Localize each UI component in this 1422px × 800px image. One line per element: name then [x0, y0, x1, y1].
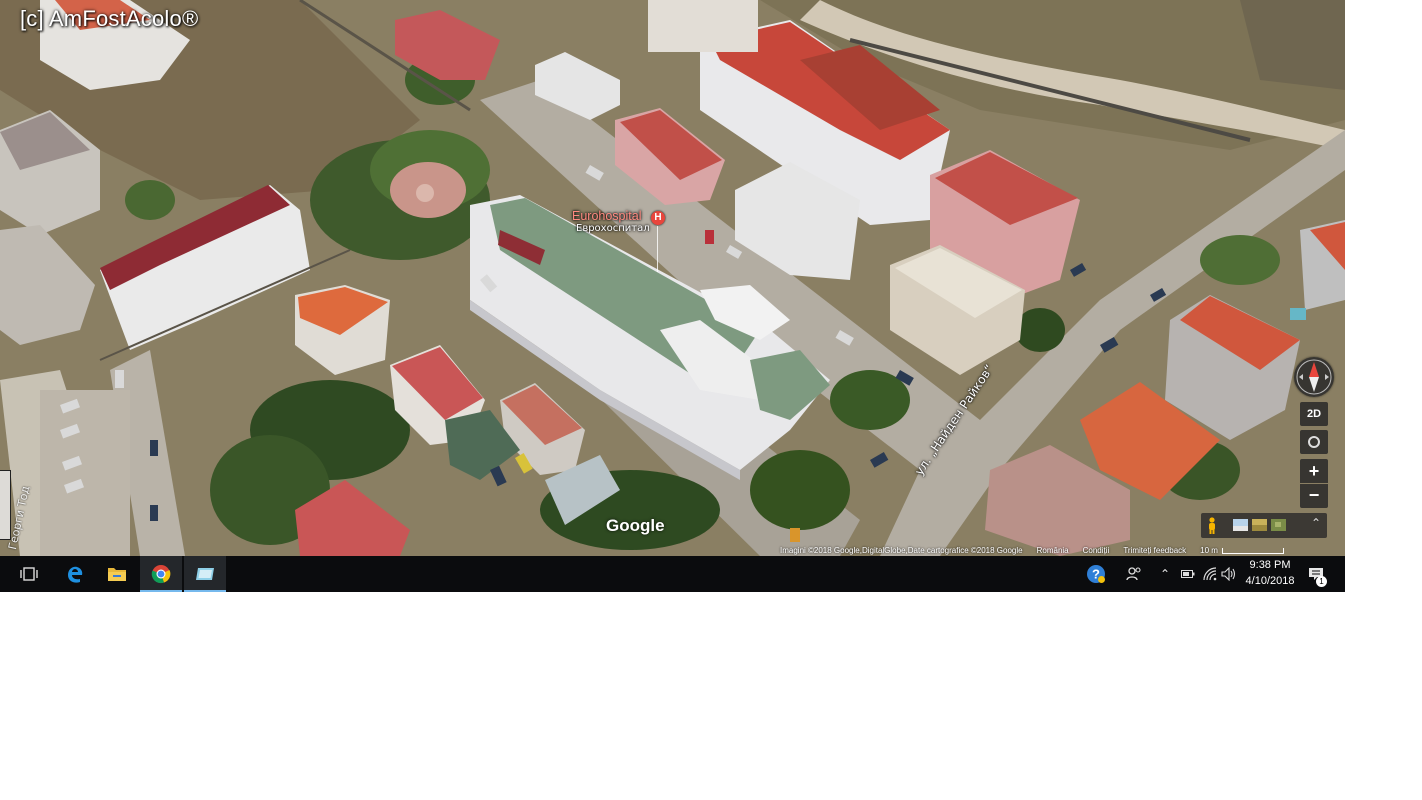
folder-icon — [108, 568, 126, 581]
battery-icon — [1181, 570, 1195, 578]
satellite-layer-thumbnail-icon[interactable] — [1271, 519, 1286, 531]
people-tray-button[interactable] — [1124, 556, 1144, 592]
poi-pin-line — [657, 226, 658, 272]
terms-link[interactable]: Condiții — [1083, 546, 1110, 555]
my-location-button[interactable] — [1300, 430, 1328, 454]
help-tray-button[interactable]: ? — [1084, 556, 1108, 592]
country-link[interactable]: România — [1037, 546, 1069, 555]
map-layer-thumbnail-icon[interactable] — [1233, 519, 1248, 531]
location-icon — [1308, 436, 1320, 448]
view-2d-toggle[interactable]: 2D — [1300, 402, 1328, 426]
poi-name[interactable]: Eurohospital — [572, 209, 650, 223]
file-explorer-button[interactable] — [96, 556, 138, 592]
zoom-out-button[interactable]: − — [1300, 484, 1328, 508]
clock-time: 9:38 PM — [1249, 559, 1291, 571]
speaker-icon — [1221, 567, 1236, 581]
wifi-tray-button[interactable] — [1201, 556, 1219, 592]
google-logo: Google — [606, 516, 665, 535]
wifi-icon — [1203, 567, 1217, 581]
notification-count-badge: 1 — [1316, 576, 1327, 587]
compass-icon — [1296, 359, 1332, 395]
terrain-layer-thumbnail-icon[interactable] — [1252, 519, 1267, 531]
satellite-map[interactable]: [c] AmFostAcolo® Eurohospital Еврохоспит… — [0, 0, 1345, 556]
battery-tray-button[interactable] — [1180, 556, 1196, 592]
scale-label: 10 m — [1200, 546, 1218, 555]
clock[interactable]: 9:38 PM 4/10/2018 — [1238, 558, 1302, 589]
aerial-imagery — [0, 0, 1345, 556]
hospital-marker-icon[interactable]: H — [651, 211, 665, 225]
layers-panel: ⌃ — [1201, 513, 1327, 538]
expand-layers-icon[interactable]: ⌃ — [1311, 516, 1321, 530]
chrome-icon — [151, 565, 171, 584]
pegman-icon[interactable] — [1207, 517, 1217, 534]
chevron-up-icon: ⌃ — [1159, 567, 1171, 581]
edge-icon — [68, 566, 83, 583]
task-view-icon — [20, 567, 38, 581]
poi-label[interactable]: Eurohospital Еврохоспитал — [572, 209, 650, 234]
scale-indicator[interactable]: 10 m — [1200, 546, 1284, 555]
volume-tray-button[interactable] — [1220, 556, 1238, 592]
compass-button[interactable] — [1294, 357, 1334, 397]
show-hidden-icons-button[interactable]: ⌃ — [1158, 556, 1172, 592]
clock-date: 4/10/2018 — [1245, 575, 1295, 587]
app-button[interactable] — [184, 556, 226, 592]
app-icon — [196, 568, 214, 580]
edge-browser-button[interactable] — [54, 556, 96, 592]
task-view-button[interactable] — [8, 556, 50, 592]
feedback-link[interactable]: Trimiteți feedback — [1123, 546, 1186, 555]
taskbar: ? ⌃ 9:38 PM 4/10/2018 1 — [0, 556, 1345, 592]
scale-bar — [1221, 547, 1284, 554]
imagery-credit: Imagini ©2018 Google,DigitalGlobe,Date c… — [780, 546, 1023, 555]
poi-subtitle: Еврохоспитал — [576, 223, 650, 234]
chrome-button[interactable] — [140, 556, 182, 592]
zoom-in-button[interactable]: + — [1300, 459, 1328, 483]
people-icon — [1126, 567, 1141, 581]
screen: [c] AmFostAcolo® Eurohospital Еврохоспит… — [0, 0, 1345, 592]
map-attribution: Imagini ©2018 Google,DigitalGlobe,Date c… — [780, 545, 1284, 556]
help-icon: ? — [1087, 565, 1105, 583]
watermark: [c] AmFostAcolo® — [20, 6, 199, 31]
